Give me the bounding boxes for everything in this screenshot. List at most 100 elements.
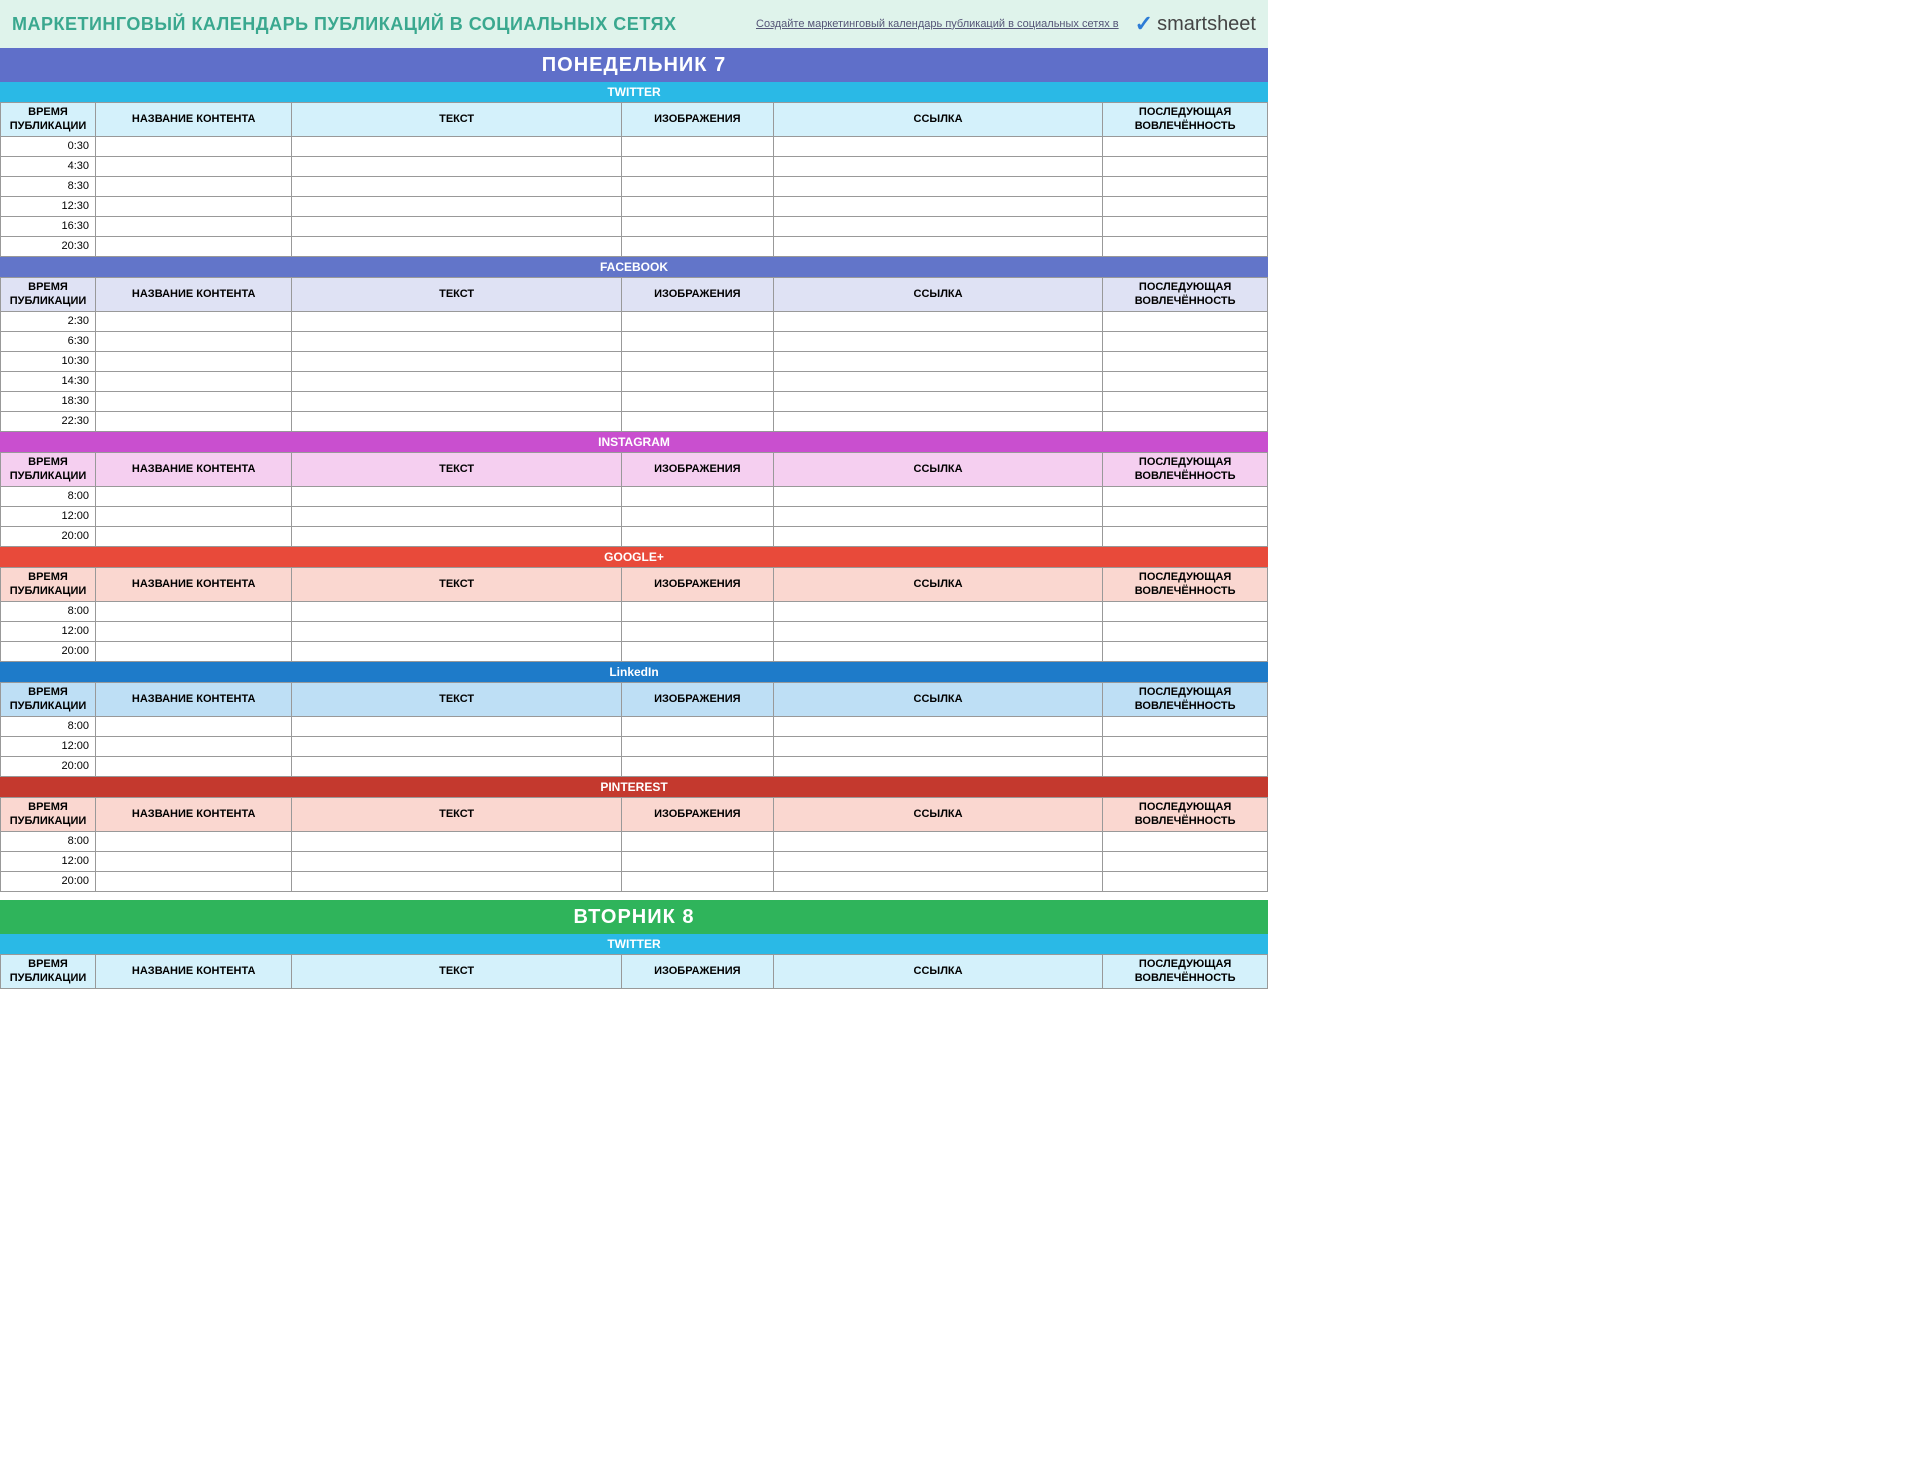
data-cell[interactable] [292,332,621,352]
data-cell[interactable] [621,757,773,777]
time-cell[interactable]: 12:00 [1,737,96,757]
data-cell[interactable] [96,832,292,852]
data-cell[interactable] [621,312,773,332]
data-cell[interactable] [96,872,292,892]
data-cell[interactable] [621,237,773,257]
data-cell[interactable] [621,332,773,352]
data-cell[interactable] [773,332,1102,352]
time-cell[interactable]: 16:30 [1,217,96,237]
time-cell[interactable]: 20:00 [1,872,96,892]
time-cell[interactable]: 22:30 [1,412,96,432]
time-cell[interactable]: 6:30 [1,332,96,352]
data-cell[interactable] [292,832,621,852]
data-cell[interactable] [96,372,292,392]
data-cell[interactable] [621,737,773,757]
data-cell[interactable] [1103,602,1268,622]
time-cell[interactable]: 12:30 [1,197,96,217]
data-cell[interactable] [96,312,292,332]
data-cell[interactable] [1103,237,1268,257]
data-cell[interactable] [1103,177,1268,197]
data-cell[interactable] [621,487,773,507]
data-cell[interactable] [292,197,621,217]
time-cell[interactable]: 18:30 [1,392,96,412]
data-cell[interactable] [1103,487,1268,507]
data-cell[interactable] [1103,412,1268,432]
data-cell[interactable] [96,177,292,197]
data-cell[interactable] [96,157,292,177]
data-cell[interactable] [292,872,621,892]
data-cell[interactable] [96,717,292,737]
data-cell[interactable] [292,412,621,432]
data-cell[interactable] [1103,137,1268,157]
data-cell[interactable] [96,197,292,217]
data-cell[interactable] [96,332,292,352]
data-cell[interactable] [773,352,1102,372]
data-cell[interactable] [773,737,1102,757]
data-cell[interactable] [773,832,1102,852]
time-cell[interactable]: 14:30 [1,372,96,392]
data-cell[interactable] [292,157,621,177]
data-cell[interactable] [1103,852,1268,872]
data-cell[interactable] [773,507,1102,527]
data-cell[interactable] [773,642,1102,662]
data-cell[interactable] [773,757,1102,777]
time-cell[interactable]: 12:00 [1,622,96,642]
data-cell[interactable] [773,412,1102,432]
data-cell[interactable] [773,527,1102,547]
data-cell[interactable] [96,852,292,872]
data-cell[interactable] [621,642,773,662]
data-cell[interactable] [773,872,1102,892]
time-cell[interactable]: 12:00 [1,507,96,527]
data-cell[interactable] [1103,872,1268,892]
time-cell[interactable]: 8:00 [1,487,96,507]
data-cell[interactable] [1103,217,1268,237]
data-cell[interactable] [96,392,292,412]
data-cell[interactable] [96,507,292,527]
data-cell[interactable] [621,622,773,642]
data-cell[interactable] [292,622,621,642]
data-cell[interactable] [292,527,621,547]
data-cell[interactable] [621,507,773,527]
data-cell[interactable] [96,642,292,662]
data-cell[interactable] [1103,372,1268,392]
data-cell[interactable] [96,412,292,432]
data-cell[interactable] [292,852,621,872]
data-cell[interactable] [773,372,1102,392]
data-cell[interactable] [773,852,1102,872]
data-cell[interactable] [773,177,1102,197]
time-cell[interactable]: 12:00 [1,852,96,872]
data-cell[interactable] [1103,312,1268,332]
data-cell[interactable] [96,737,292,757]
data-cell[interactable] [773,217,1102,237]
data-cell[interactable] [1103,157,1268,177]
data-cell[interactable] [292,757,621,777]
time-cell[interactable]: 20:00 [1,757,96,777]
data-cell[interactable] [1103,757,1268,777]
data-cell[interactable] [96,622,292,642]
data-cell[interactable] [773,622,1102,642]
data-cell[interactable] [1103,332,1268,352]
data-cell[interactable] [621,602,773,622]
data-cell[interactable] [621,217,773,237]
time-cell[interactable]: 0:30 [1,137,96,157]
data-cell[interactable] [292,737,621,757]
data-cell[interactable] [292,642,621,662]
data-cell[interactable] [96,757,292,777]
data-cell[interactable] [292,177,621,197]
data-cell[interactable] [1103,832,1268,852]
data-cell[interactable] [292,352,621,372]
data-cell[interactable] [96,527,292,547]
data-cell[interactable] [773,717,1102,737]
data-cell[interactable] [773,392,1102,412]
time-cell[interactable]: 20:00 [1,642,96,662]
data-cell[interactable] [292,507,621,527]
data-cell[interactable] [292,487,621,507]
data-cell[interactable] [773,237,1102,257]
time-cell[interactable]: 8:00 [1,832,96,852]
data-cell[interactable] [96,237,292,257]
data-cell[interactable] [96,352,292,372]
data-cell[interactable] [1103,642,1268,662]
data-cell[interactable] [292,392,621,412]
data-cell[interactable] [1103,622,1268,642]
time-cell[interactable]: 8:00 [1,717,96,737]
